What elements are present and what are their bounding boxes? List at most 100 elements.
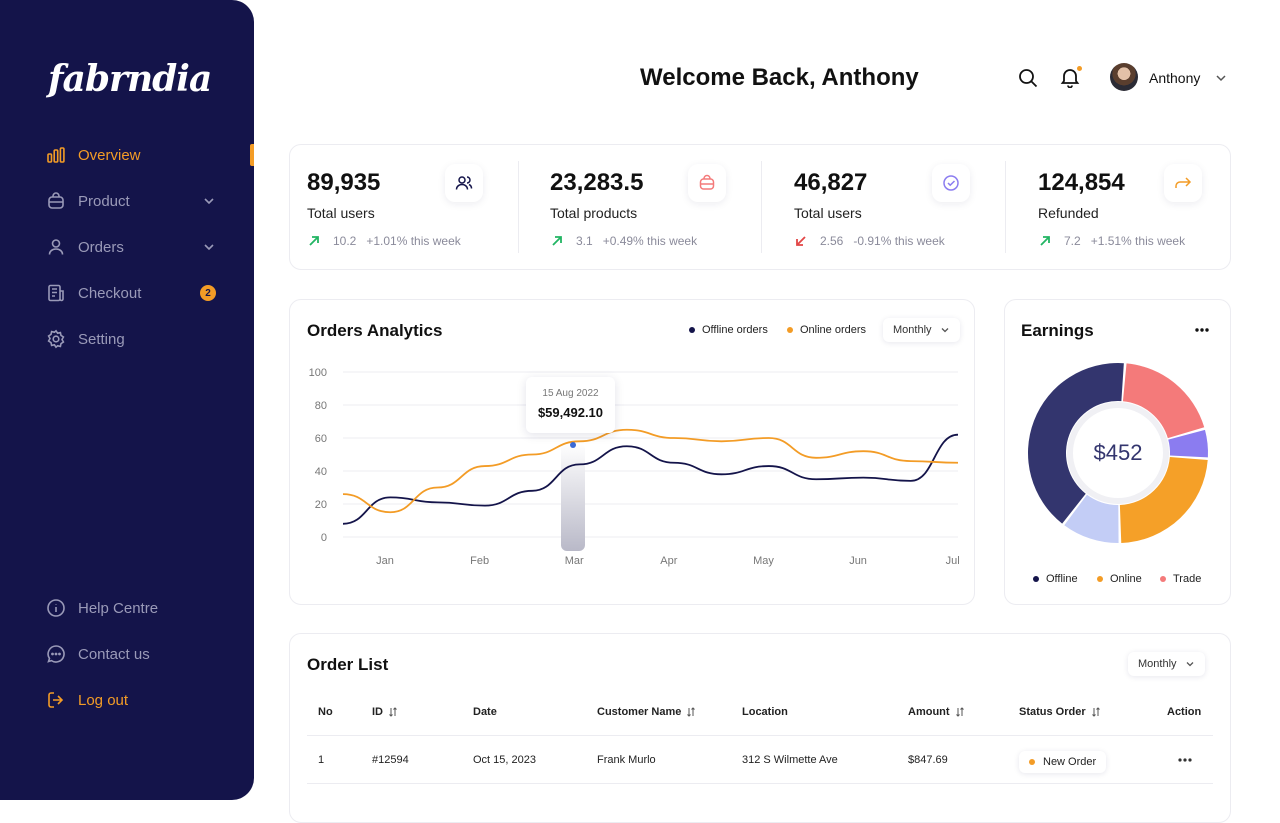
analytics-title: Orders Analytics: [307, 321, 443, 340]
divider: [761, 161, 762, 253]
stat-period: +0.49% this week: [602, 234, 698, 248]
sidebar-item-checkout[interactable]: Checkout 2: [46, 281, 216, 305]
x-tick-label: Jul: [946, 555, 960, 567]
hover-point: [570, 442, 576, 448]
brand-logo[interactable]: fabrndia: [48, 58, 212, 100]
y-tick-label: 0: [321, 532, 327, 544]
search-icon[interactable]: [1017, 67, 1039, 89]
column-date: Date: [473, 706, 497, 718]
stat-refunded: 124,854 Refunded 7.2 +1.51% this week: [1021, 145, 1264, 269]
more-horizontal-icon[interactable]: [1193, 326, 1211, 334]
legend-label: Offline: [1046, 573, 1078, 585]
cell-date: Oct 15, 2023: [473, 754, 536, 766]
logout-icon: [48, 692, 64, 708]
stat-label: Total products: [550, 205, 638, 221]
x-tick-label: Feb: [470, 555, 489, 567]
y-tick-label: 100: [309, 367, 327, 379]
page-title: Welcome Back, Anthony: [640, 64, 919, 91]
sidebar-item-label: Orders: [78, 238, 124, 256]
sort-icon[interactable]: [955, 707, 965, 717]
legend-trade: Trade: [1160, 573, 1201, 585]
column-label: Date: [473, 706, 497, 718]
x-tick-label: Mar: [565, 555, 584, 567]
check-circle-icon: [932, 164, 970, 202]
stat-trend: 10.2 +1.01% this week: [307, 234, 461, 248]
order-list-card: [289, 633, 1231, 823]
bar-chart-icon: [47, 147, 65, 163]
sort-icon[interactable]: [1091, 707, 1101, 717]
avatar[interactable]: [1110, 63, 1138, 91]
stat-label: Total users: [307, 205, 375, 221]
x-tick-label: Jun: [849, 555, 867, 567]
chevron-down-icon: [204, 244, 214, 251]
stat-change: 3.1: [576, 234, 593, 248]
legend-label: Offline orders: [702, 324, 768, 336]
stat-change: 7.2: [1064, 234, 1081, 248]
cell-amount: $847.69: [908, 754, 948, 766]
stat-total-products: 23,283.5 Total products 3.1 +0.49% this …: [533, 145, 776, 269]
column-customer-name[interactable]: Customer Name: [597, 706, 696, 718]
arrow-up-right-icon: [1040, 236, 1050, 246]
status-label: New Order: [1043, 756, 1097, 768]
stat-value: 23,283.5: [550, 169, 644, 196]
user-icon: [48, 239, 64, 255]
stat-total-users-2: 46,827 Total users 2.56 -0.91% this week: [777, 145, 1020, 269]
sort-icon[interactable]: [388, 707, 398, 717]
sidebar-item-label: Log out: [78, 691, 129, 709]
sidebar-item-label: Checkout: [78, 284, 142, 302]
box-icon: [48, 192, 64, 209]
divider: [518, 161, 519, 253]
receipt-icon: [48, 284, 64, 302]
sidebar-item-contact-us[interactable]: Contact us: [46, 642, 216, 666]
stat-trend: 2.56 -0.91% this week: [794, 234, 945, 248]
cell-no: 1: [318, 754, 325, 766]
divider: [1005, 161, 1006, 253]
more-horizontal-icon[interactable]: [1176, 756, 1194, 764]
orders-line-chart[interactable]: 0 20 40 60 80 100 Jan Feb Mar Apr May Jun Jul: [289, 355, 975, 575]
y-tick-label: 20: [315, 499, 327, 511]
sidebar: fabrndia Overview Product Orders Checkou…: [0, 0, 254, 800]
user-name[interactable]: Anthony: [1149, 70, 1200, 86]
y-tick-label: 80: [315, 400, 327, 412]
legend-offline: Offline orders: [689, 324, 768, 336]
column-status-order[interactable]: Status Order: [1019, 706, 1101, 718]
stat-change: 10.2: [333, 234, 357, 248]
sidebar-item-log-out[interactable]: Log out: [46, 688, 216, 712]
tooltip-date: 15 Aug 2022: [542, 388, 599, 399]
status-badge: New Order: [1019, 751, 1107, 773]
stat-trend: 7.2 +1.51% this week: [1038, 234, 1185, 248]
stat-label: Refunded: [1038, 205, 1099, 221]
sidebar-item-help-centre[interactable]: Help Centre: [46, 596, 216, 620]
sidebar-item-setting[interactable]: Setting: [46, 327, 216, 351]
sidebar-item-product[interactable]: Product: [46, 189, 216, 213]
legend-label: Online orders: [800, 324, 867, 336]
analytics-period-select[interactable]: Monthly: [883, 318, 960, 342]
column-id[interactable]: ID: [372, 706, 398, 718]
chevron-down-icon: [1186, 662, 1193, 667]
arrow-down-left-icon: [796, 236, 806, 246]
table-divider: [307, 735, 1213, 736]
sort-icon[interactable]: [686, 707, 696, 717]
y-tick-label: 40: [315, 466, 327, 478]
sidebar-item-overview[interactable]: Overview: [46, 143, 216, 167]
column-label: No: [318, 706, 333, 718]
chevron-down-icon[interactable]: [1214, 71, 1228, 85]
order-list-period-select[interactable]: Monthly: [1128, 652, 1205, 676]
legend-label: Trade: [1173, 573, 1202, 585]
table-divider: [307, 783, 1213, 784]
earnings-title: Earnings: [1021, 321, 1094, 340]
column-label: Amount: [908, 706, 950, 718]
chat-icon: [47, 645, 65, 663]
x-tick-label: May: [753, 555, 774, 567]
column-amount[interactable]: Amount: [908, 706, 965, 718]
legend-dot: [1097, 576, 1103, 582]
column-no: No: [318, 706, 333, 718]
stat-value: 124,854: [1038, 169, 1125, 196]
stat-period: +1.51% this week: [1090, 234, 1186, 248]
sidebar-item-label: Product: [78, 192, 130, 210]
select-value: Monthly: [893, 324, 932, 336]
legend-offline: Offline: [1033, 573, 1078, 585]
tooltip-value: $59,492.10: [537, 405, 604, 420]
stat-period: +1.01% this week: [366, 234, 461, 248]
sidebar-item-orders[interactable]: Orders: [46, 235, 216, 259]
